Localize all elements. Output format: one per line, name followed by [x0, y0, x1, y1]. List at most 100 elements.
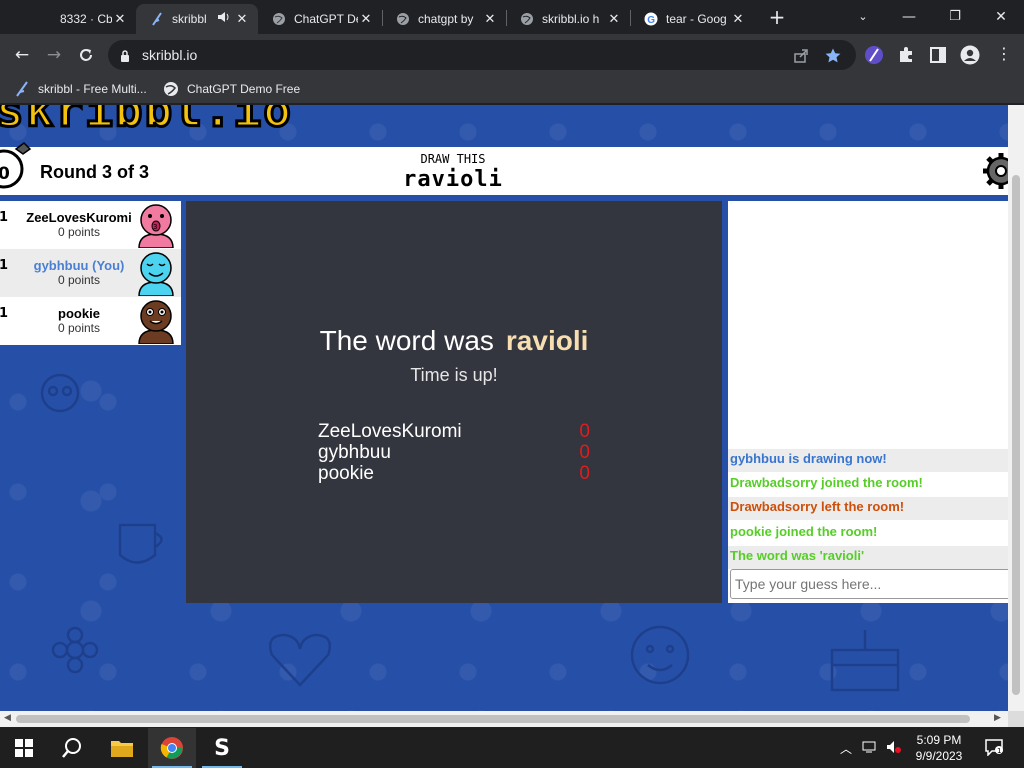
player-row[interactable]: 1 pookie 0 points: [0, 297, 181, 345]
guess-input[interactable]: [730, 569, 1008, 599]
result-row: pookie 0: [318, 463, 590, 484]
tab-title: skribbl.io h: [542, 12, 600, 26]
clock-date: 9/9/2023: [915, 749, 963, 763]
profile-avatar-icon[interactable]: [960, 45, 980, 65]
bookmark-star-icon[interactable]: [824, 47, 842, 65]
player-points: 0 points: [57, 321, 101, 335]
scrollbar-corner: [1008, 711, 1024, 727]
scroll-thumb[interactable]: [1012, 175, 1020, 695]
player-rank: 1: [0, 210, 9, 225]
scroll-left-icon[interactable]: ◀: [4, 713, 11, 723]
globe-icon: [272, 12, 286, 26]
tab-cbox[interactable]: 8332 · Cbox ✕: [24, 4, 136, 34]
windows-logo-icon: [15, 739, 33, 757]
extensions-puzzle-icon[interactable]: [896, 45, 916, 65]
side-panel-icon[interactable]: [928, 45, 948, 65]
chat-panel: gybhbuu is drawing now! Drawbadsorry joi…: [728, 201, 1008, 603]
chat-message: Drawbadsorry left the room!: [728, 497, 1008, 520]
tab-google-search[interactable]: G tear - Goog ✕: [630, 4, 754, 34]
notifications-icon[interactable]: 1: [984, 738, 1004, 759]
skribbl-app-button[interactable]: S: [198, 728, 246, 768]
player-rank: 1: [0, 306, 9, 321]
close-icon[interactable]: ✕: [482, 11, 498, 27]
system-clock[interactable]: 5:09 PM 9/9/2023: [904, 732, 974, 764]
tab-title: chatgpt by: [418, 12, 474, 26]
word-was-label: The word was: [319, 325, 494, 356]
speaker-icon[interactable]: [214, 11, 234, 27]
bookmark-skribbl[interactable]: skribbl - Free Multi...: [14, 81, 147, 97]
scroll-right-icon[interactable]: ▶: [994, 713, 1001, 723]
url-text: skribbl.io: [142, 47, 198, 63]
tray-overflow-icon[interactable]: ︿: [840, 740, 852, 757]
volume-muted-icon[interactable]: [886, 740, 902, 757]
doodle-cake: [830, 630, 900, 692]
lock-icon[interactable]: [120, 48, 130, 67]
bookmarks-bar: skribbl - Free Multi... ChatGPT Demo Fre…: [0, 76, 1024, 104]
restore-button[interactable]: ❐: [932, 4, 978, 30]
player-avatar: [138, 300, 174, 344]
vertical-scrollbar[interactable]: [1008, 105, 1024, 711]
close-icon[interactable]: ✕: [730, 11, 746, 27]
player-name: ZeeLovesKuromi: [26, 210, 132, 225]
chat-message: pookie joined the room!: [730, 524, 878, 539]
revealed-word: ravioli: [505, 325, 589, 356]
forward-button[interactable]: →: [40, 41, 68, 69]
player-name: gybhbuu (You): [33, 258, 125, 273]
horizontal-scrollbar[interactable]: ◀ ▶: [0, 711, 1008, 727]
result-score: 0: [579, 463, 590, 484]
tab-chatgpt-demo[interactable]: ChatGPT De ✕: [258, 4, 382, 34]
doodle-skull: [40, 373, 80, 413]
search-button[interactable]: [48, 728, 96, 768]
result-score: 0: [579, 421, 590, 442]
chat-message: gybhbuu is drawing now!: [728, 449, 1008, 472]
new-tab-button[interactable]: +: [764, 5, 790, 31]
drawing-canvas[interactable]: The word was ravioli Time is up! ZeeLoves…: [186, 201, 722, 603]
result-score: 0: [579, 442, 590, 463]
scroll-thumb[interactable]: [16, 715, 970, 723]
player-avatar: 3: [138, 204, 174, 248]
player-points: 0 points: [57, 273, 101, 287]
close-icon[interactable]: ✕: [112, 11, 128, 27]
skribbl-extension-icon[interactable]: [864, 45, 884, 65]
chat-message: Drawbadsorry joined the room!: [730, 475, 923, 490]
menu-kebab-icon[interactable]: ⋮: [994, 45, 1014, 65]
word-reveal: The word was ravioli: [186, 325, 722, 357]
svg-text:1: 1: [997, 747, 1001, 755]
chrome-icon: [160, 737, 183, 759]
chrome-taskbar-button[interactable]: [148, 728, 196, 768]
doodle-flower: [51, 626, 99, 674]
reload-button[interactable]: [72, 41, 100, 69]
tab-chatgpt-by[interactable]: chatgpt by ✕: [382, 4, 506, 34]
result-player-name: ZeeLovesKuromi: [318, 421, 462, 442]
close-window-button[interactable]: ✕: [978, 4, 1024, 30]
doodle-cup: [118, 523, 163, 564]
player-row[interactable]: 1 ZeeLovesKuromi 0 points 3: [0, 201, 181, 249]
back-button[interactable]: ←: [8, 41, 36, 69]
player-row[interactable]: 1 gybhbuu (You) 0 points: [0, 249, 181, 297]
close-icon[interactable]: ✕: [358, 11, 374, 27]
close-icon[interactable]: ✕: [234, 11, 250, 27]
doodle-face: [630, 625, 690, 685]
tab-search-icon[interactable]: ⌄: [840, 4, 886, 30]
skribbl-feather-icon: [150, 12, 164, 26]
avatar-number: 3: [153, 223, 157, 231]
file-explorer-button[interactable]: [98, 728, 146, 768]
draw-this-label: DRAW THIS: [420, 152, 486, 166]
result-row: ZeeLovesKuromi 0: [318, 421, 590, 442]
bookmark-chatgpt-demo[interactable]: ChatGPT Demo Free: [163, 81, 300, 97]
start-button[interactable]: [0, 728, 48, 768]
tab-skribbl-help[interactable]: skribbl.io h ✕: [506, 4, 630, 34]
tab-skribbl[interactable]: skribbl ✕: [136, 4, 258, 34]
settings-gear-icon[interactable]: [981, 151, 1008, 191]
bookmark-label: ChatGPT Demo Free: [187, 82, 301, 96]
close-icon[interactable]: ✕: [606, 11, 622, 27]
tab-strip: 8332 · Cbox ✕ skribbl ✕ ChatGPT De ✕ cha…: [0, 0, 1024, 34]
address-bar[interactable]: skribbl.io: [108, 40, 856, 70]
tab-title: skribbl: [172, 12, 207, 26]
minimize-button[interactable]: —: [886, 4, 932, 30]
share-icon[interactable]: [792, 47, 810, 65]
globe-icon: [163, 81, 179, 97]
network-icon[interactable]: [862, 740, 878, 757]
player-name: pookie: [58, 306, 100, 321]
skribbl-logo: skribbl.io: [0, 105, 293, 139]
